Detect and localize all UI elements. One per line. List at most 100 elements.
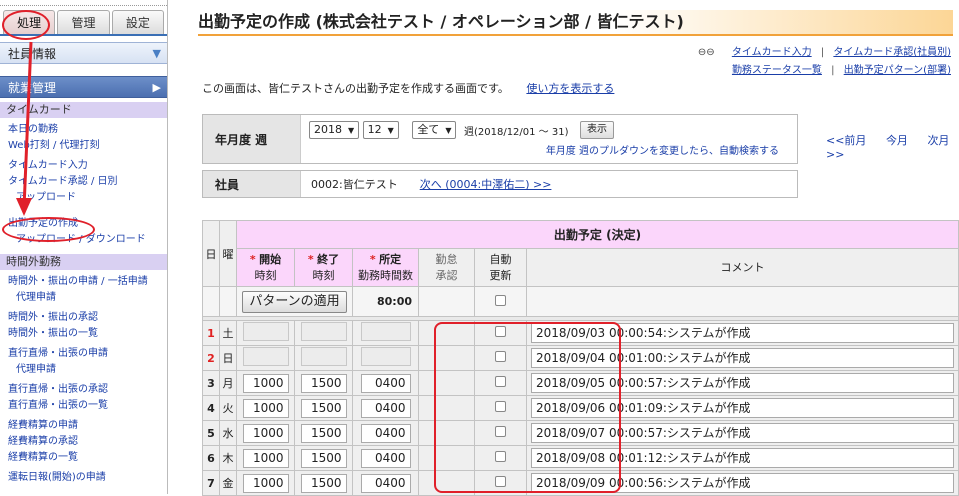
week-select[interactable]: 全て ▼	[412, 121, 457, 139]
sidebar-item-expense-request[interactable]: 経費精算の申請	[0, 418, 167, 434]
day-cell: 2	[202, 345, 220, 371]
end-time-input[interactable]: 1500	[300, 448, 347, 468]
start-time-input[interactable]	[242, 347, 289, 366]
auto-update-all-checkbox[interactable]	[495, 294, 506, 306]
sidebar-item-overtime-approve[interactable]: 時間外・振出の承認	[0, 310, 167, 326]
auto-update-checkbox[interactable]	[495, 326, 506, 337]
end-time-input[interactable]	[300, 347, 347, 366]
year-select[interactable]: 2018 ▼	[309, 121, 360, 139]
comment-input[interactable]: 2018/09/09 00:00:56:システムが作成	[531, 473, 954, 493]
page-description: この画面は、皆仁テストさんの出勤予定を作成する画面です。 使い方を表示する	[202, 80, 614, 96]
comment-input[interactable]: 2018/09/06 00:01:09:システムが作成	[531, 398, 954, 418]
planned-hours-input[interactable]	[360, 322, 411, 341]
sidebar-item-today[interactable]: 本日の勤務	[0, 122, 167, 138]
sidebar-item-overtime-list[interactable]: 時間外・振出の一覧	[0, 326, 167, 342]
end-time-input[interactable]: 1500	[300, 473, 347, 493]
planned-hours-input[interactable]: 0400	[360, 448, 411, 468]
period-nav: <<前月 今月 次月>>	[826, 132, 959, 161]
approve-cell	[418, 420, 475, 446]
auto-update-checkbox[interactable]	[495, 376, 506, 387]
start-time-input[interactable]: 1000	[242, 373, 289, 393]
link-timecard-input[interactable]: タイムカード入力	[732, 47, 812, 58]
show-button[interactable]: 表示	[580, 121, 614, 139]
tab-admin[interactable]: 管理	[57, 10, 110, 34]
sidebar-item-timecard-approve[interactable]: タイムカード承認 / 日別	[0, 174, 167, 190]
approve-cell	[418, 470, 475, 496]
col-day: 日	[202, 220, 220, 287]
sidebar-item-create-schedule[interactable]: 出勤予定の作成	[0, 216, 167, 232]
help-link[interactable]: 使い方を表示する	[526, 82, 614, 95]
start-time-input[interactable]: 1000	[242, 398, 289, 418]
start-time-input[interactable]: 1000	[242, 423, 289, 443]
sidebar-item-direct-proxy[interactable]: 代理申請	[0, 362, 167, 378]
auto-update-checkbox[interactable]	[495, 476, 506, 487]
day-cell: 7	[202, 470, 220, 496]
apply-pattern-button[interactable]: パターンの適用	[242, 290, 347, 313]
col-planned: * 所定 勤務時間数	[352, 248, 419, 287]
total-hours: 80:00	[352, 286, 419, 317]
start-time-input[interactable]: 1000	[242, 473, 289, 493]
sidebar-item-web-punch[interactable]: Web打刻 / 代理打刻	[0, 138, 167, 154]
comment-input[interactable]: 2018/09/08 00:01:12:システムが作成	[531, 448, 954, 468]
planned-hours-input[interactable]	[360, 347, 411, 366]
month-value: 12	[367, 123, 382, 136]
sidebar-item-overtime-request[interactable]: 時間外・振出の申請 / 一括申請	[0, 274, 167, 290]
next-employee-link[interactable]: 次へ (0004:中澤佑二) >>	[420, 176, 552, 192]
sidebar-section-employee[interactable]: 社員情報 ▼	[0, 42, 167, 64]
weekday-cell: 日	[219, 345, 237, 371]
approve-cell	[418, 395, 475, 421]
sidebar-item-expense-list[interactable]: 経費精算の一覧	[0, 450, 167, 466]
planned-hours-input[interactable]: 0400	[360, 473, 411, 493]
current-month-link[interactable]: 今月	[886, 134, 908, 147]
comment-input[interactable]: 2018/09/03 00:00:54:システムが作成	[531, 323, 954, 343]
auto-update-checkbox[interactable]	[495, 426, 506, 437]
table-row: 3 月 1000 1500 0400 2018/09/05 00:00:57:システムが作…	[202, 370, 959, 396]
tab-settings[interactable]: 設定	[111, 10, 164, 34]
sidebar-item-upload-download[interactable]: アップロード / ダウンロード	[0, 232, 167, 248]
month-select[interactable]: 12 ▼	[362, 121, 399, 139]
planned-hours-input[interactable]: 0400	[360, 423, 411, 443]
day-cell: 6	[202, 445, 220, 471]
auto-update-checkbox[interactable]	[495, 451, 506, 462]
end-time-input[interactable]: 1500	[300, 373, 347, 393]
sidebar-item-driving-report[interactable]: 運転日報(開始)の申請	[0, 470, 167, 486]
sidebar-item-expense-approve[interactable]: 経費精算の承認	[0, 434, 167, 450]
sidebar-section-work[interactable]: 就業管理 ▶	[0, 76, 167, 98]
link-timecard-approve[interactable]: タイムカード承認(社員別)	[833, 47, 951, 58]
table-row: 7 金 1000 1500 0400 2018/09/09 00:00:56:システムが作…	[202, 470, 959, 496]
planned-hours-input[interactable]: 0400	[360, 398, 411, 418]
start-time-input[interactable]: 1000	[242, 448, 289, 468]
main-content: 出勤予定の作成 (株式会社テスト / オペレーション部 / 皆仁テスト) ⊖⊖ …	[186, 0, 959, 496]
triangle-down-icon: ▼	[152, 47, 161, 60]
end-time-input[interactable]	[300, 322, 347, 341]
auto-update-checkbox[interactable]	[495, 351, 506, 362]
planned-hours-input[interactable]: 0400	[360, 373, 411, 393]
sidebar-item-overtime-proxy[interactable]: 代理申請	[0, 290, 167, 306]
prev-month-link[interactable]: <<前月	[826, 134, 866, 147]
sidebar-item-timecard-input[interactable]: タイムカード入力	[0, 158, 167, 174]
employee-label: 社員	[203, 171, 301, 197]
sidebar-item-direct-list[interactable]: 直行直帰・出張の一覧	[0, 398, 167, 414]
sidebar-item-direct-request[interactable]: 直行直帰・出張の申請	[0, 346, 167, 362]
filter-body: 2018 ▼ 12 ▼ 全て ▼ 週(2018/12/01 ～ 31) 表示 年月度 …	[301, 115, 797, 163]
sidebar-item-upload[interactable]: アップロード	[0, 190, 167, 206]
link-work-status[interactable]: 勤務ステータス一覧	[732, 65, 822, 76]
employee-box: 社員 0002:皆仁テスト 次へ (0004:中澤佑二) >>	[202, 170, 798, 198]
sidebar-item-direct-approve[interactable]: 直行直帰・出張の承認	[0, 382, 167, 398]
table-row: 5 水 1000 1500 0400 2018/09/07 00:00:57:システムが作…	[202, 420, 959, 446]
approve-cell	[418, 445, 475, 471]
start-time-input[interactable]	[242, 322, 289, 341]
description-text: この画面は、皆仁テストさんの出勤予定を作成する画面です。	[202, 82, 509, 95]
comment-input[interactable]: 2018/09/07 00:00:57:システムが作成	[531, 423, 954, 443]
table-row: 6 木 1000 1500 0400 2018/09/08 00:01:12:システムが作…	[202, 445, 959, 471]
weekday-cell: 土	[219, 320, 237, 346]
link-schedule-pattern[interactable]: 出勤予定パターン(部署)	[844, 65, 951, 76]
auto-update-checkbox[interactable]	[495, 401, 506, 412]
end-time-input[interactable]: 1500	[300, 423, 347, 443]
tab-process[interactable]: 処理	[3, 10, 56, 34]
end-time-input[interactable]: 1500	[300, 398, 347, 418]
employee-value: 0002:皆仁テスト	[311, 178, 398, 191]
comment-input[interactable]: 2018/09/04 00:01:00:システムが作成	[531, 348, 954, 368]
filter-hint: 年月度 週のプルダウンを変更したら、自動検索する	[545, 146, 779, 157]
comment-input[interactable]: 2018/09/05 00:00:57:システムが作成	[531, 373, 954, 393]
